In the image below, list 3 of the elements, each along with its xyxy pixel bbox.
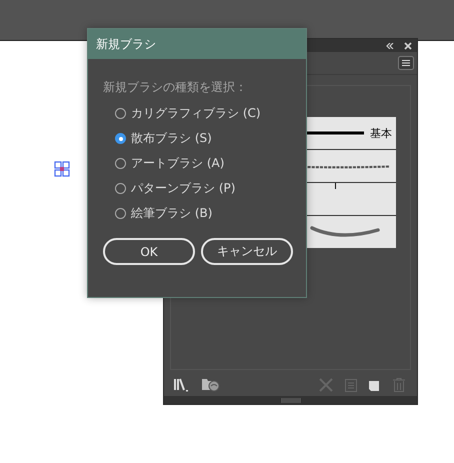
dialog-title: 新規ブラシ (88, 29, 306, 59)
prompt-label: 新規ブラシの種類を選択： (103, 79, 248, 96)
brush-name: 基本 (369, 126, 393, 140)
